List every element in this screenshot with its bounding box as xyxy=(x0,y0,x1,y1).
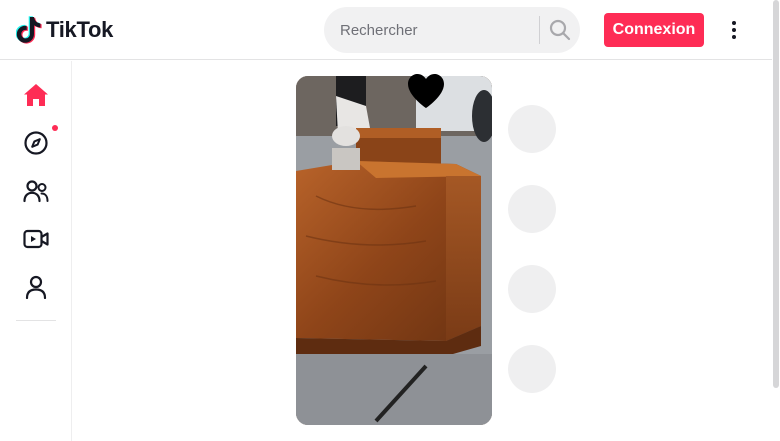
sidebar-item-following[interactable] xyxy=(16,171,56,211)
user-icon xyxy=(25,275,47,299)
heart-icon[interactable] xyxy=(406,72,446,112)
action-button-2[interactable] xyxy=(508,185,556,233)
search-button[interactable] xyxy=(540,7,580,53)
sidebar-item-live[interactable] xyxy=(16,219,56,259)
sidebar-divider xyxy=(16,320,56,321)
search-input[interactable] xyxy=(324,7,539,53)
scrollbar-thumb[interactable] xyxy=(773,0,779,388)
action-button-4[interactable] xyxy=(508,345,556,393)
search-icon xyxy=(549,19,570,41)
logo-text: TikTok xyxy=(46,17,114,42)
live-video-icon xyxy=(23,229,49,249)
video-thumbnail xyxy=(296,76,492,425)
action-button-3[interactable] xyxy=(508,265,556,313)
sidebar-nav xyxy=(0,61,72,441)
home-icon xyxy=(24,84,48,106)
sidebar-item-explore[interactable] xyxy=(16,123,58,163)
sidebar-item-profile[interactable] xyxy=(16,267,56,307)
top-header: TikTok Connexion xyxy=(0,0,772,60)
action-button-1[interactable] xyxy=(508,105,556,153)
notification-dot xyxy=(52,125,58,131)
video-player[interactable] xyxy=(296,76,492,425)
users-icon xyxy=(23,180,49,203)
search-bar xyxy=(324,7,580,53)
login-button[interactable]: Connexion xyxy=(604,13,704,47)
vertical-dots-icon xyxy=(732,21,736,39)
more-options-button[interactable] xyxy=(722,18,746,42)
sidebar-item-home[interactable] xyxy=(16,75,56,115)
tiktok-logo[interactable]: TikTok xyxy=(16,15,113,45)
tiktok-logo-icon xyxy=(16,16,42,44)
compass-icon xyxy=(24,131,48,155)
